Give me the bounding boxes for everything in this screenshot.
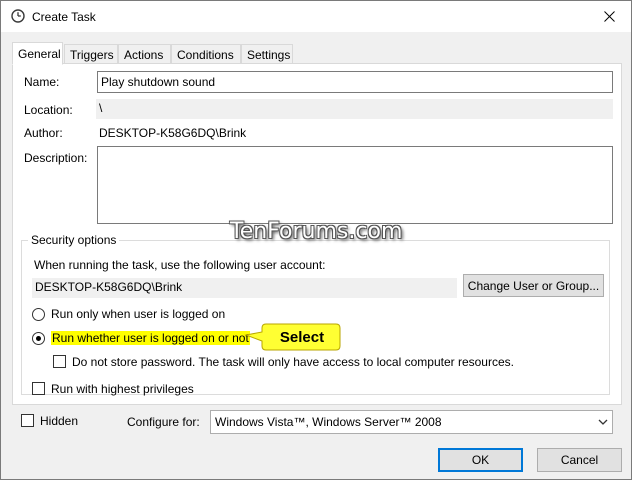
title-bar: Create Task: [1, 1, 631, 32]
radio-logged-on[interactable]: [32, 308, 45, 321]
close-icon: [603, 10, 615, 22]
tab-actions[interactable]: Actions: [118, 44, 171, 64]
tab-general[interactable]: General: [12, 42, 63, 65]
hidden-checkbox[interactable]: [21, 414, 34, 427]
tab-settings[interactable]: Settings: [241, 44, 293, 64]
no-store-password-label[interactable]: Do not store password. The task will onl…: [72, 355, 514, 369]
account-value: DESKTOP-K58G6DQ\Brink: [32, 278, 457, 298]
tab-triggers[interactable]: Triggers: [64, 44, 118, 64]
select-callout: Select: [244, 322, 342, 352]
no-store-password-checkbox[interactable]: [53, 355, 66, 368]
clock-icon: [11, 9, 25, 23]
name-label: Name:: [24, 75, 60, 89]
location-label: Location:: [24, 103, 73, 117]
callout-text: Select: [279, 328, 325, 346]
highest-privileges-checkbox[interactable]: [32, 382, 45, 395]
description-label: Description:: [24, 151, 88, 165]
ok-button[interactable]: OK: [438, 448, 523, 472]
watermark: TenForums.com: [230, 219, 403, 244]
configure-for-select[interactable]: Windows Vista™, Windows Server™ 2008: [210, 410, 613, 434]
tab-conditions[interactable]: Conditions: [171, 44, 241, 64]
hidden-label[interactable]: Hidden: [40, 414, 78, 428]
radio-selected-dot: [36, 336, 41, 341]
window-title: Create Task: [32, 10, 96, 24]
name-input[interactable]: [97, 71, 613, 93]
account-prompt: When running the task, use the following…: [34, 258, 326, 272]
change-user-button[interactable]: Change User or Group...: [463, 274, 604, 297]
create-task-dialog: Create Task General Triggers Actions Con…: [0, 0, 632, 480]
chevron-down-icon: [598, 419, 608, 425]
radio-logged-on-label[interactable]: Run only when user is logged on: [51, 307, 225, 321]
cancel-button[interactable]: Cancel: [537, 448, 622, 472]
security-options-group: Security options When running the task, …: [21, 233, 610, 396]
author-value: DESKTOP-K58G6DQ\Brink: [99, 126, 247, 140]
radio-whether-label[interactable]: Run whether user is logged on or not: [51, 331, 250, 345]
location-value: \: [96, 99, 613, 119]
highest-privileges-label[interactable]: Run with highest privileges: [51, 382, 194, 396]
configure-for-label: Configure for:: [127, 415, 200, 429]
configure-for-value: Windows Vista™, Windows Server™ 2008: [215, 415, 442, 429]
close-button[interactable]: [587, 1, 631, 31]
radio-whether-logged-on[interactable]: [32, 332, 45, 345]
description-input[interactable]: [97, 146, 613, 224]
author-label: Author:: [24, 126, 63, 140]
security-options-title: Security options: [28, 233, 120, 247]
